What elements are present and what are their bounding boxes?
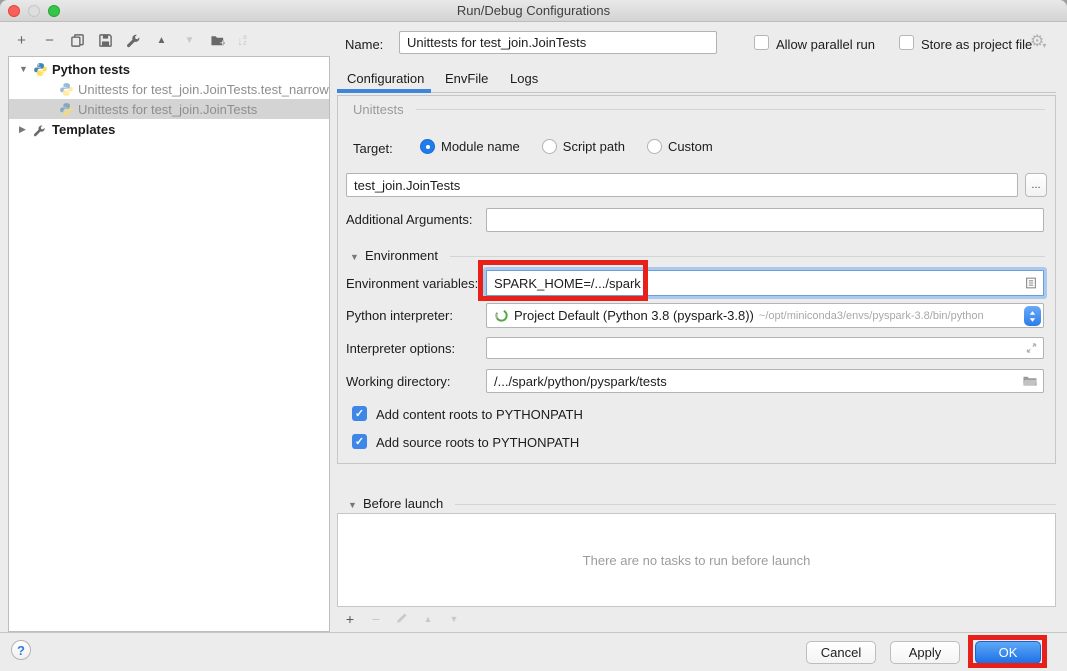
before-launch-section-title: Before launch xyxy=(363,496,443,511)
tree-node-label: Unittests for test_join.JoinTests.test_n… xyxy=(78,82,329,97)
additional-arguments-label: Additional Arguments: xyxy=(346,212,472,227)
environment-variables-label: Environment variables: xyxy=(346,276,478,291)
folder-icon[interactable] xyxy=(1022,374,1038,388)
move-up-icon[interactable]: ▲ xyxy=(153,32,170,49)
store-as-project-file-checkbox[interactable] xyxy=(899,35,914,50)
remove-task-icon: − xyxy=(369,611,383,627)
help-button[interactable]: ? xyxy=(11,640,31,660)
radio-script-path-label[interactable]: Script path xyxy=(563,139,625,154)
working-directory-label: Working directory: xyxy=(346,374,451,389)
footer-divider xyxy=(0,632,1067,633)
python-interpreter-select[interactable]: Project Default (Python 3.8 (pyspark-3.8… xyxy=(486,303,1044,328)
tab-envfile[interactable]: EnvFile xyxy=(445,71,488,86)
edit-variables-icon[interactable] xyxy=(1024,276,1038,290)
annotation-env-vars-highlight xyxy=(478,260,648,301)
edit-templates-icon[interactable] xyxy=(125,32,142,49)
add-content-roots-checkbox[interactable]: ✓ xyxy=(352,406,367,421)
collapse-environment-icon[interactable]: ▼ xyxy=(350,252,359,262)
tab-configuration[interactable]: Configuration xyxy=(347,71,424,86)
expand-field-icon[interactable] xyxy=(1025,342,1038,355)
target-label: Target: xyxy=(353,141,393,156)
collapse-before-launch-icon[interactable]: ▼ xyxy=(348,500,357,510)
python-tests-icon xyxy=(33,62,48,77)
add-source-roots-label: Add source roots to PYTHONPATH xyxy=(376,435,579,450)
group-divider xyxy=(450,256,1045,257)
python-interpreter-label: Python interpreter: xyxy=(346,308,453,323)
name-label: Name: xyxy=(345,37,383,52)
radio-module-name-label[interactable]: Module name xyxy=(441,139,520,154)
active-tab-underline xyxy=(337,89,431,93)
tree-node-label: Python tests xyxy=(52,62,130,77)
radio-module-name[interactable] xyxy=(420,139,435,154)
conda-env-icon xyxy=(494,308,509,323)
apply-button[interactable]: Apply xyxy=(890,641,960,664)
gear-icon[interactable]: ⚙▾ xyxy=(1030,31,1046,51)
configuration-panel: Unittests Target: Module name Script pat… xyxy=(337,95,1056,464)
title-bar: Run/Debug Configurations xyxy=(0,0,1067,22)
python-interpreter-path: ~/opt/miniconda3/envs/pyspark-3.8/bin/py… xyxy=(759,310,984,322)
dropdown-stepper-icon[interactable] xyxy=(1024,306,1041,326)
sort-configurations-icon: ↓ az xyxy=(237,34,247,48)
browse-button[interactable]: ... xyxy=(1025,173,1047,197)
python-test-icon xyxy=(59,82,74,97)
edit-task-icon xyxy=(395,611,409,627)
python-interpreter-value: Project Default (Python 3.8 (pyspark-3.8… xyxy=(514,308,754,323)
radio-custom[interactable] xyxy=(647,139,662,154)
move-task-down-icon: ▼ xyxy=(447,614,461,624)
environment-section-title: Environment xyxy=(365,248,438,263)
group-divider xyxy=(455,504,1056,505)
new-folder-icon[interactable] xyxy=(209,32,226,49)
module-name-input[interactable]: test_join.JoinTests xyxy=(346,173,1018,197)
configurations-toolbar: + − ▲ ▼ ↓ az xyxy=(13,32,247,49)
before-launch-task-list[interactable]: There are no tasks to run before launch xyxy=(337,513,1056,607)
tree-node-label: Unittests for test_join.JoinTests xyxy=(78,102,257,117)
tree-node-templates[interactable]: ▶ Templates xyxy=(9,119,329,139)
interpreter-options-input[interactable] xyxy=(486,337,1044,359)
tree-node-jointests-selected[interactable]: Unittests for test_join.JoinTests xyxy=(9,99,329,119)
chevron-down-icon[interactable]: ▼ xyxy=(19,64,31,74)
store-as-project-file-label: Store as project file xyxy=(921,37,1032,52)
working-directory-value: /.../spark/python/pyspark/tests xyxy=(494,374,667,389)
allow-parallel-run-checkbox[interactable] xyxy=(754,35,769,50)
add-configuration-icon[interactable]: + xyxy=(13,32,30,49)
add-task-icon[interactable]: + xyxy=(343,611,357,627)
working-directory-input[interactable]: /.../spark/python/pyspark/tests xyxy=(486,369,1044,393)
radio-custom-label[interactable]: Custom xyxy=(668,139,713,154)
allow-parallel-run-label: Allow parallel run xyxy=(776,37,875,52)
tree-node-python-tests[interactable]: ▼ Python tests xyxy=(9,59,329,79)
name-input[interactable]: Unittests for test_join.JoinTests xyxy=(399,31,717,54)
add-content-roots-label: Add content roots to PYTHONPATH xyxy=(376,407,583,422)
before-launch-empty-text: There are no tasks to run before launch xyxy=(583,553,811,568)
interpreter-options-label: Interpreter options: xyxy=(346,341,455,356)
remove-configuration-icon[interactable]: − xyxy=(41,32,58,49)
python-test-icon xyxy=(59,102,74,117)
unittests-group-title: Unittests xyxy=(353,102,404,117)
save-configuration-icon[interactable] xyxy=(97,32,114,49)
before-launch-toolbar: + − ▲ ▼ xyxy=(343,611,461,627)
window-title: Run/Debug Configurations xyxy=(0,3,1067,18)
add-source-roots-checkbox[interactable]: ✓ xyxy=(352,434,367,449)
move-task-up-icon: ▲ xyxy=(421,614,435,624)
copy-configuration-icon[interactable] xyxy=(69,32,86,49)
move-down-icon: ▼ xyxy=(181,32,198,49)
target-radio-group: Module name Script path Custom xyxy=(420,139,735,154)
additional-arguments-input[interactable] xyxy=(486,208,1044,232)
cancel-button[interactable]: Cancel xyxy=(806,641,876,664)
tab-divider xyxy=(431,92,1056,93)
configurations-tree: ▼ Python tests Unittests for test_join.J… xyxy=(8,56,330,632)
tree-node-label: Templates xyxy=(52,122,115,137)
templates-wrench-icon xyxy=(33,122,48,137)
run-debug-configurations-dialog: Run/Debug Configurations + − ▲ ▼ ↓ az ▼ xyxy=(0,0,1067,671)
tree-node-test-narrow[interactable]: Unittests for test_join.JoinTests.test_n… xyxy=(9,79,329,99)
annotation-ok-highlight xyxy=(968,635,1047,668)
tab-logs[interactable]: Logs xyxy=(510,71,538,86)
radio-script-path[interactable] xyxy=(542,139,557,154)
chevron-right-icon[interactable]: ▶ xyxy=(19,124,31,135)
group-divider xyxy=(416,109,1045,110)
